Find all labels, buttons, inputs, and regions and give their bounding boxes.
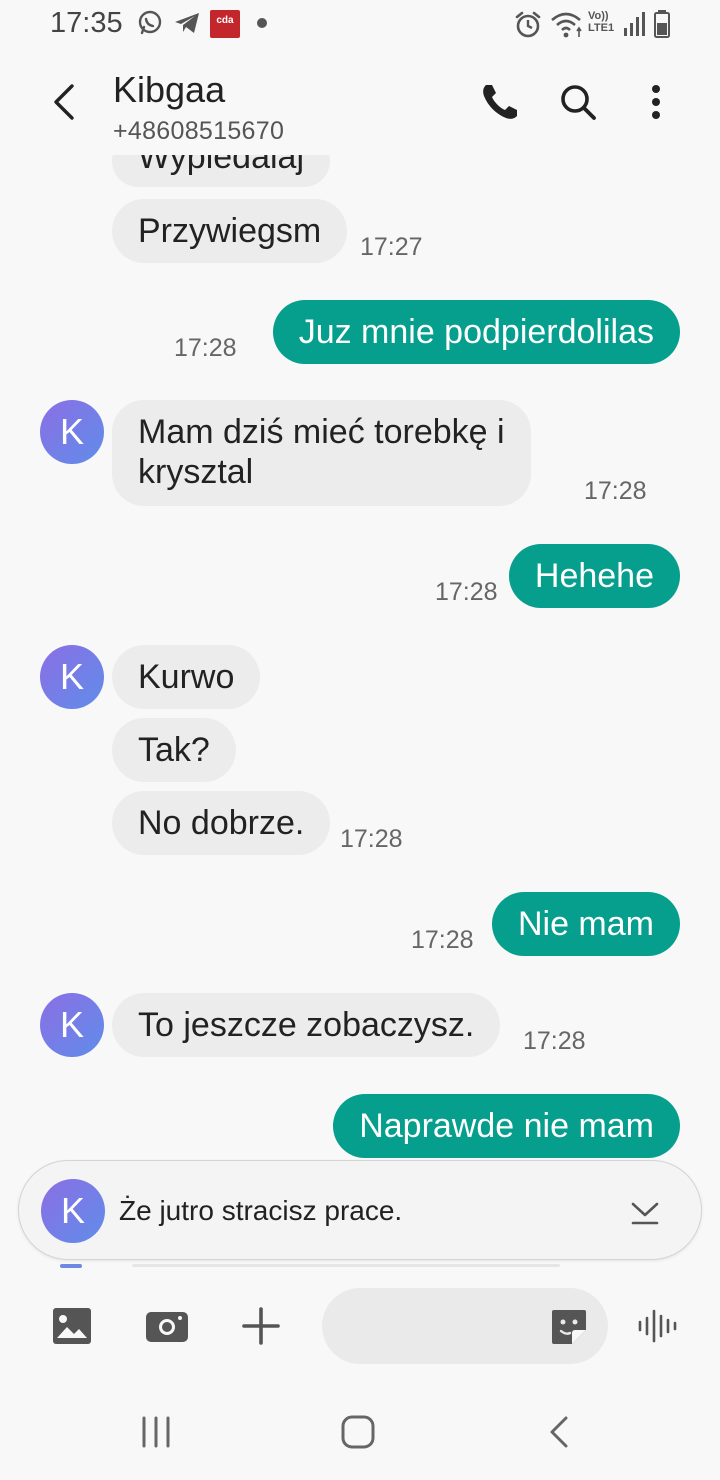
message-text-line: krysztal <box>138 453 254 491</box>
contact-number: +48608515670 <box>113 117 285 145</box>
wifi-icon <box>551 12 582 38</box>
preview-avatar: K <box>41 1179 105 1243</box>
message-bubble-incoming[interactable]: Przywiegsm <box>112 199 348 263</box>
back-icon[interactable] <box>538 1410 582 1454</box>
contact-avatar[interactable]: K <box>40 993 104 1057</box>
avatar-initial: K <box>59 411 84 452</box>
contact-avatar[interactable]: K <box>40 645 104 709</box>
cda-label: cda <box>216 15 234 26</box>
message-timestamp: 17:27 <box>360 233 423 261</box>
volte-lte-icon: Vo)) LTE1 <box>588 10 620 38</box>
voice-icon[interactable] <box>634 1302 682 1350</box>
message-timestamp: 17:28 <box>174 334 237 362</box>
message-timestamp: 17:28 <box>523 1027 586 1055</box>
message-text-line: Mam dziś mieć torebkę i <box>138 413 505 451</box>
message-timestamp: 17:28 <box>340 825 403 853</box>
message-text: Hehehe <box>534 557 654 595</box>
message-text: Naprawde nie mam <box>359 1107 654 1145</box>
battery-icon <box>654 10 670 38</box>
recents-icon[interactable] <box>134 1410 178 1454</box>
message-input[interactable] <box>346 1306 536 1346</box>
message-timestamp: 17:28 <box>435 578 498 606</box>
preview-text: Że jutro stracisz prace. <box>119 1195 403 1226</box>
chevron-down-icon[interactable] <box>627 1193 663 1229</box>
avatar-initial: K <box>59 656 84 697</box>
message-bubble-incoming[interactable]: Wypiedalaj <box>112 155 330 187</box>
new-message-preview[interactable]: K Że jutro stracisz prace. <box>18 1160 702 1260</box>
message-bubble-incoming[interactable]: Kurwo <box>112 645 261 709</box>
message-composer <box>0 1280 720 1375</box>
contact-name[interactable]: Kibgaa <box>113 69 225 111</box>
message-bubble-outgoing[interactable]: Hehehe <box>508 544 680 608</box>
home-icon[interactable] <box>336 1410 380 1454</box>
avatar-initial: K <box>60 1190 85 1231</box>
message-text: Tak? <box>138 731 210 769</box>
telegram-icon <box>175 13 199 33</box>
camera-icon[interactable] <box>143 1302 191 1350</box>
back-arrow-icon[interactable] <box>44 80 88 124</box>
contact-avatar[interactable]: K <box>40 400 104 464</box>
message-bubble-incoming[interactable]: To jeszcze zobaczysz. <box>112 993 501 1057</box>
cda-app-icon: cda <box>210 10 240 38</box>
message-bubble-incoming[interactable]: Tak? <box>112 718 236 782</box>
status-time: 17:35 <box>50 7 123 39</box>
message-list[interactable]: Wypiedalaj Przywiegsm 17:27 Juz mnie pod… <box>0 155 720 1165</box>
hidden-message-edge <box>60 1264 560 1268</box>
message-text: Juz mnie podpierdolilas <box>298 313 654 351</box>
message-input-field[interactable] <box>322 1288 608 1364</box>
message-text: No dobrze. <box>138 804 305 842</box>
message-text: Nie mam <box>517 905 654 943</box>
whatsapp-icon <box>138 10 162 35</box>
add-icon[interactable] <box>237 1302 285 1350</box>
message-bubble-outgoing[interactable]: Juz mnie podpierdolilas <box>272 300 680 364</box>
message-timestamp: 17:28 <box>411 926 474 954</box>
alarm-icon <box>515 11 541 38</box>
search-icon[interactable] <box>554 78 602 126</box>
phone-icon[interactable] <box>476 78 524 126</box>
message-text: Wypiedalaj <box>138 155 304 176</box>
message-bubble-incoming[interactable]: Mam dziś mieć torebkę i krysztal <box>112 400 531 506</box>
sticker-icon[interactable] <box>548 1306 590 1348</box>
message-bubble-outgoing[interactable]: Naprawde nie mam <box>333 1094 680 1158</box>
conversation-header: Kibgaa +48608515670 <box>0 50 720 155</box>
system-nav-bar <box>0 1380 720 1480</box>
message-bubble-incoming[interactable]: No dobrze. <box>112 791 331 855</box>
more-vert-icon[interactable] <box>632 78 680 126</box>
avatar-initial: K <box>59 1004 84 1045</box>
signal-icon <box>624 12 645 36</box>
message-text: Kurwo <box>138 658 235 696</box>
message-timestamp: 17:28 <box>584 477 647 505</box>
message-bubble-outgoing[interactable]: Nie mam <box>491 892 680 956</box>
gallery-icon[interactable] <box>48 1302 96 1350</box>
more-dot-icon <box>257 18 267 28</box>
message-text: To jeszcze zobaczysz. <box>138 1006 475 1044</box>
volte-label: Vo)) LTE1 <box>588 10 615 34</box>
status-bar: 17:35 cda Vo)) LTE1 <box>0 0 720 50</box>
message-text: Przywiegsm <box>138 212 322 250</box>
